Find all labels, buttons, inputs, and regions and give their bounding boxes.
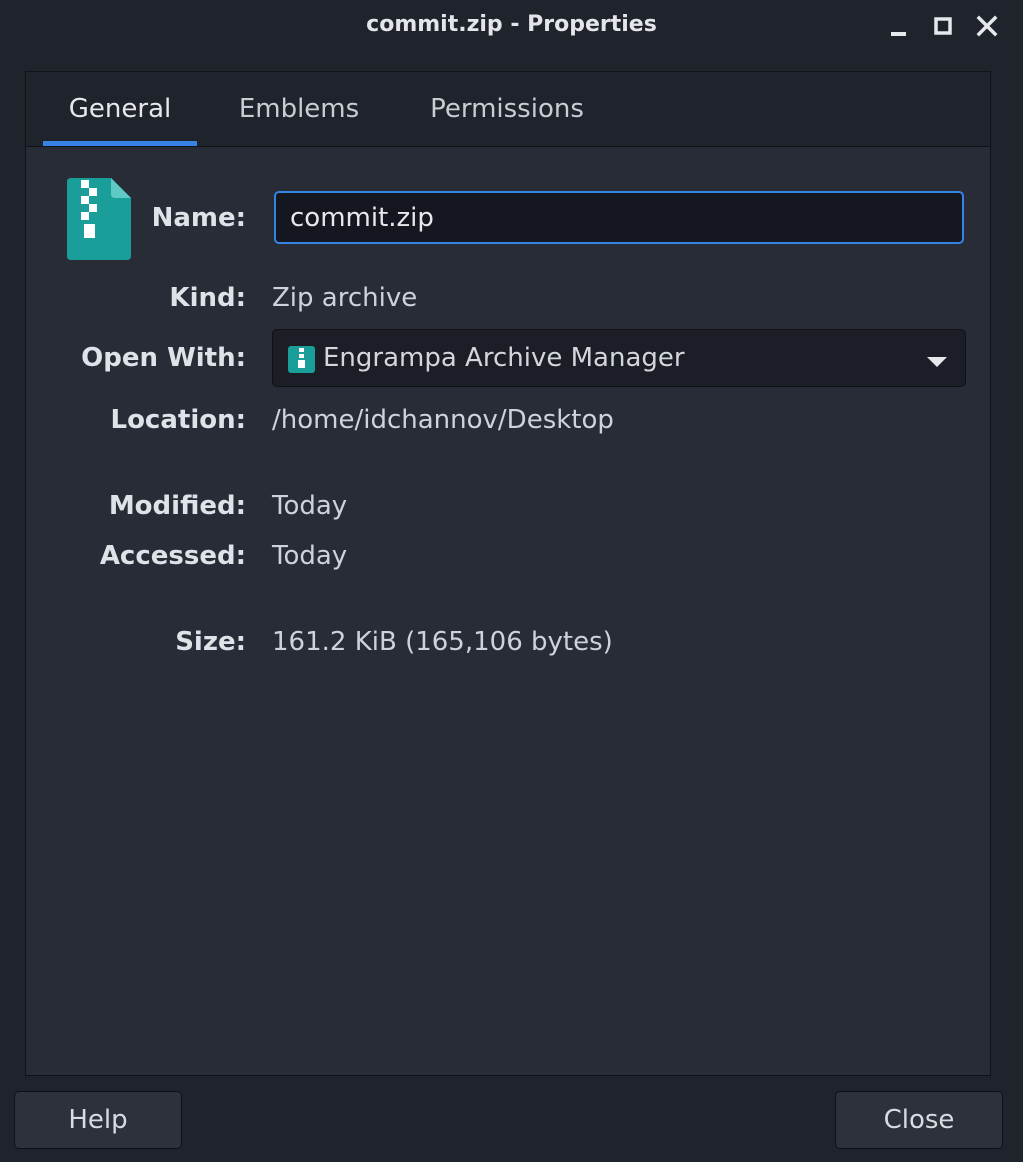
- open-with-value: Engrampa Archive Manager: [323, 343, 685, 373]
- window-title: commit.zip - Properties: [366, 12, 657, 37]
- zip-archive-icon: [67, 178, 131, 264]
- size-value: 161.2 KiB (165,106 bytes): [272, 627, 613, 657]
- tab-permissions[interactable]: Permissions: [404, 72, 610, 146]
- kind-label: Kind:: [169, 283, 246, 313]
- properties-notebook: General Emblems Permissions Name: Kind: …: [25, 71, 991, 1076]
- size-label: Size:: [175, 627, 246, 657]
- modified-value: Today: [272, 491, 348, 521]
- open-with-label: Open With:: [81, 343, 246, 373]
- minimize-icon[interactable]: [886, 13, 912, 39]
- tab-general[interactable]: General: [43, 72, 197, 146]
- chevron-down-icon: [927, 353, 947, 372]
- tab-emblems[interactable]: Emblems: [218, 72, 380, 146]
- accessed-value: Today: [272, 541, 348, 571]
- location-value: /home/idchannov/Desktop: [272, 405, 614, 435]
- close-icon[interactable]: [974, 13, 1000, 39]
- name-field[interactable]: [274, 191, 964, 244]
- title-bar: commit.zip - Properties: [0, 0, 1023, 54]
- open-with-dropdown[interactable]: Engrampa Archive Manager: [272, 329, 966, 387]
- kind-value: Zip archive: [272, 283, 418, 313]
- maximize-icon[interactable]: [930, 13, 956, 39]
- modified-label: Modified:: [108, 491, 246, 521]
- help-button[interactable]: Help: [14, 1091, 182, 1149]
- location-label: Location:: [110, 405, 247, 435]
- tab-bar: General Emblems Permissions: [26, 72, 990, 147]
- close-button[interactable]: Close: [835, 1091, 1003, 1149]
- engrampa-icon: [288, 346, 315, 377]
- accessed-label: Accessed:: [99, 541, 246, 571]
- name-label: Name:: [151, 203, 246, 233]
